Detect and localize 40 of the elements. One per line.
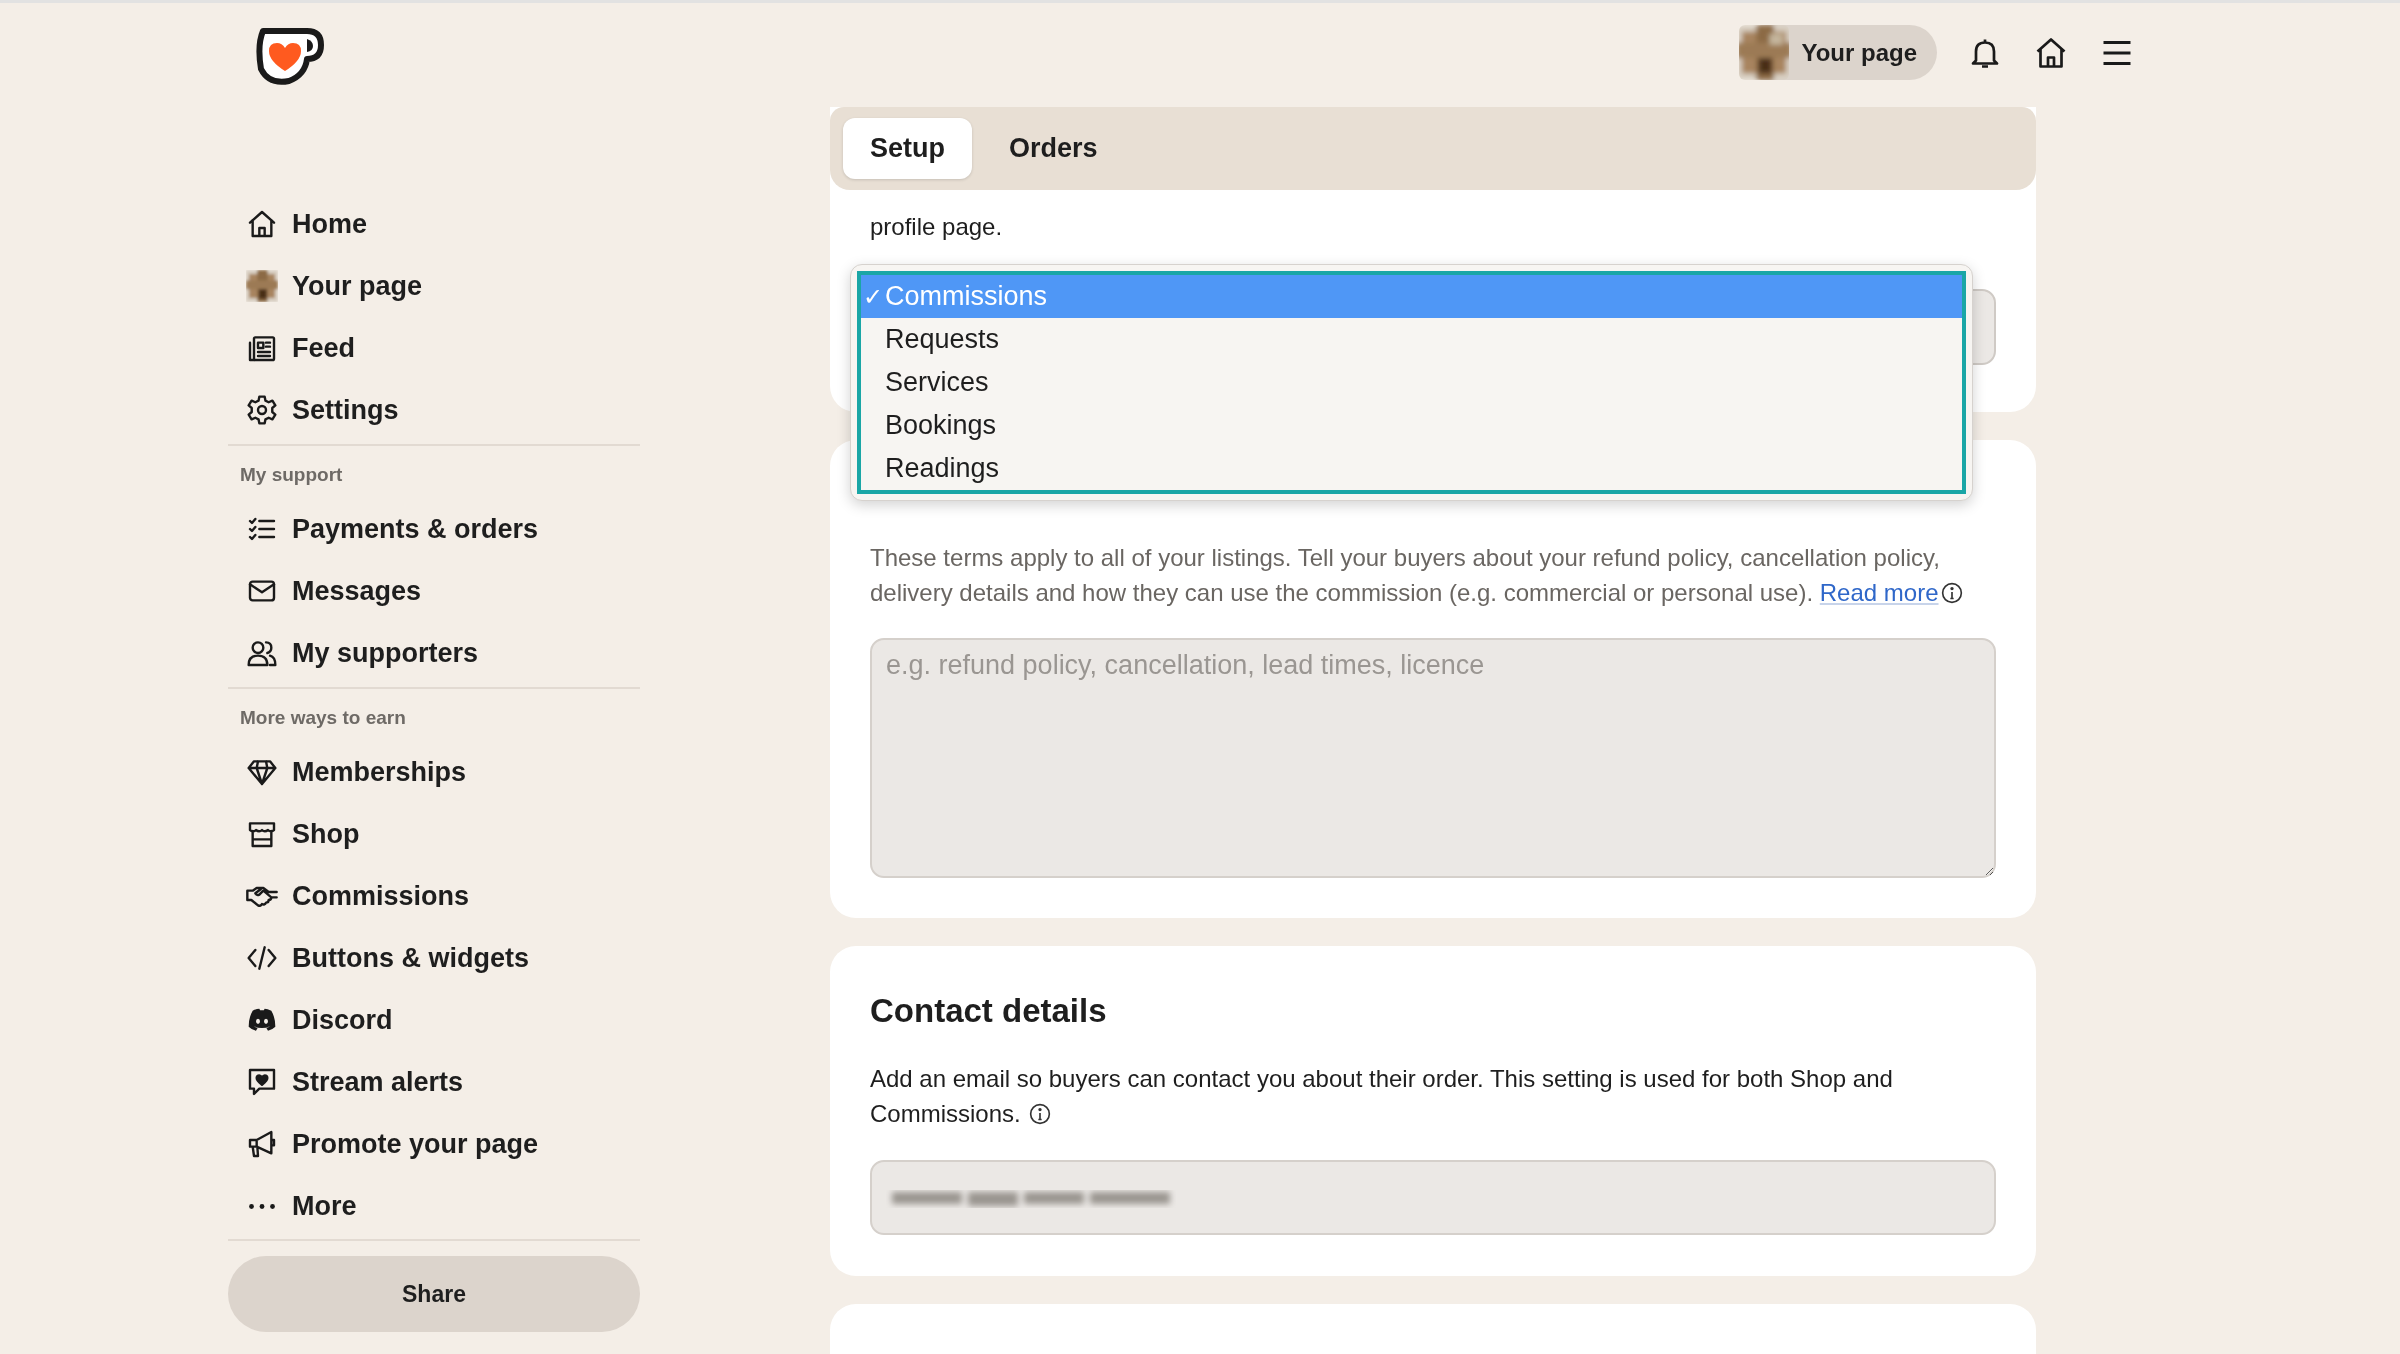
- home-icon: [246, 208, 278, 240]
- share-button[interactable]: Share: [228, 1256, 640, 1332]
- terms-description: These terms apply to all of your listings. Tell your buyers about your refund policy, cancellation policy, delivery details and how they can use the commission (e.g. commercial or personal use). Read more: [870, 540, 1996, 610]
- megaphone-icon: [246, 1128, 278, 1160]
- settings-icon: [246, 394, 278, 426]
- terms-textarea[interactable]: e.g. refund policy, cancellation, lead times, licence: [870, 638, 1996, 878]
- sidebar-item[interactable]: Discord: [228, 989, 640, 1051]
- sidebar-item[interactable]: Messages: [228, 560, 640, 622]
- sidebar-item[interactable]: Stream alerts: [228, 1051, 640, 1113]
- dropdown-option[interactable]: Bookings: [861, 404, 1962, 447]
- sidebar-item[interactable]: Promote your page: [228, 1113, 640, 1175]
- tab[interactable]: Orders: [982, 118, 1125, 179]
- sidebar-item[interactable]: Settings: [228, 379, 640, 441]
- section-heading: More ways to earn: [240, 707, 407, 729]
- dropdown-option[interactable]: Readings: [861, 447, 1962, 490]
- sidebar-item[interactable]: Buttons & widgets: [228, 927, 640, 989]
- read-more-link[interactable]: Read more: [1819, 579, 1939, 606]
- sidebar-item[interactable]: Commissions: [228, 865, 640, 927]
- sidebar-item[interactable]: Feed: [228, 317, 640, 379]
- sidebar-item[interactable]: Home: [228, 193, 640, 255]
- sidebar-item[interactable]: Shop: [228, 803, 640, 865]
- sidebar-item[interactable]: Payments & orders: [228, 498, 640, 560]
- dropdown-option[interactable]: Services: [861, 361, 1962, 404]
- more-icon: [247, 1201, 277, 1211]
- sidebar-item[interactable]: More: [228, 1175, 640, 1237]
- alert-icon: [246, 1066, 278, 1098]
- email-field[interactable]: [870, 1160, 1996, 1235]
- wording-description: profile page.: [870, 212, 1004, 242]
- your-page-button[interactable]: Your page: [1739, 25, 1937, 80]
- sidebar-item[interactable]: My supporters: [228, 622, 640, 684]
- info-icon[interactable]: [1940, 582, 1963, 604]
- sidebar-item[interactable]: Memberships: [228, 741, 640, 803]
- tab[interactable]: Setup: [843, 118, 972, 179]
- dropdown-option[interactable]: Requests: [861, 318, 1962, 361]
- contact-description: Add an email so buyers can contact you about their order. This setting is used for both Shop and Commissions.: [870, 1064, 1894, 1129]
- info-icon[interactable]: [1029, 1103, 1052, 1125]
- section-title: Contact details: [870, 991, 1108, 1031]
- section-heading: My support: [240, 464, 344, 486]
- sidebar-item[interactable]: Your page: [228, 255, 640, 317]
- logo-icon[interactable]: [255, 25, 327, 87]
